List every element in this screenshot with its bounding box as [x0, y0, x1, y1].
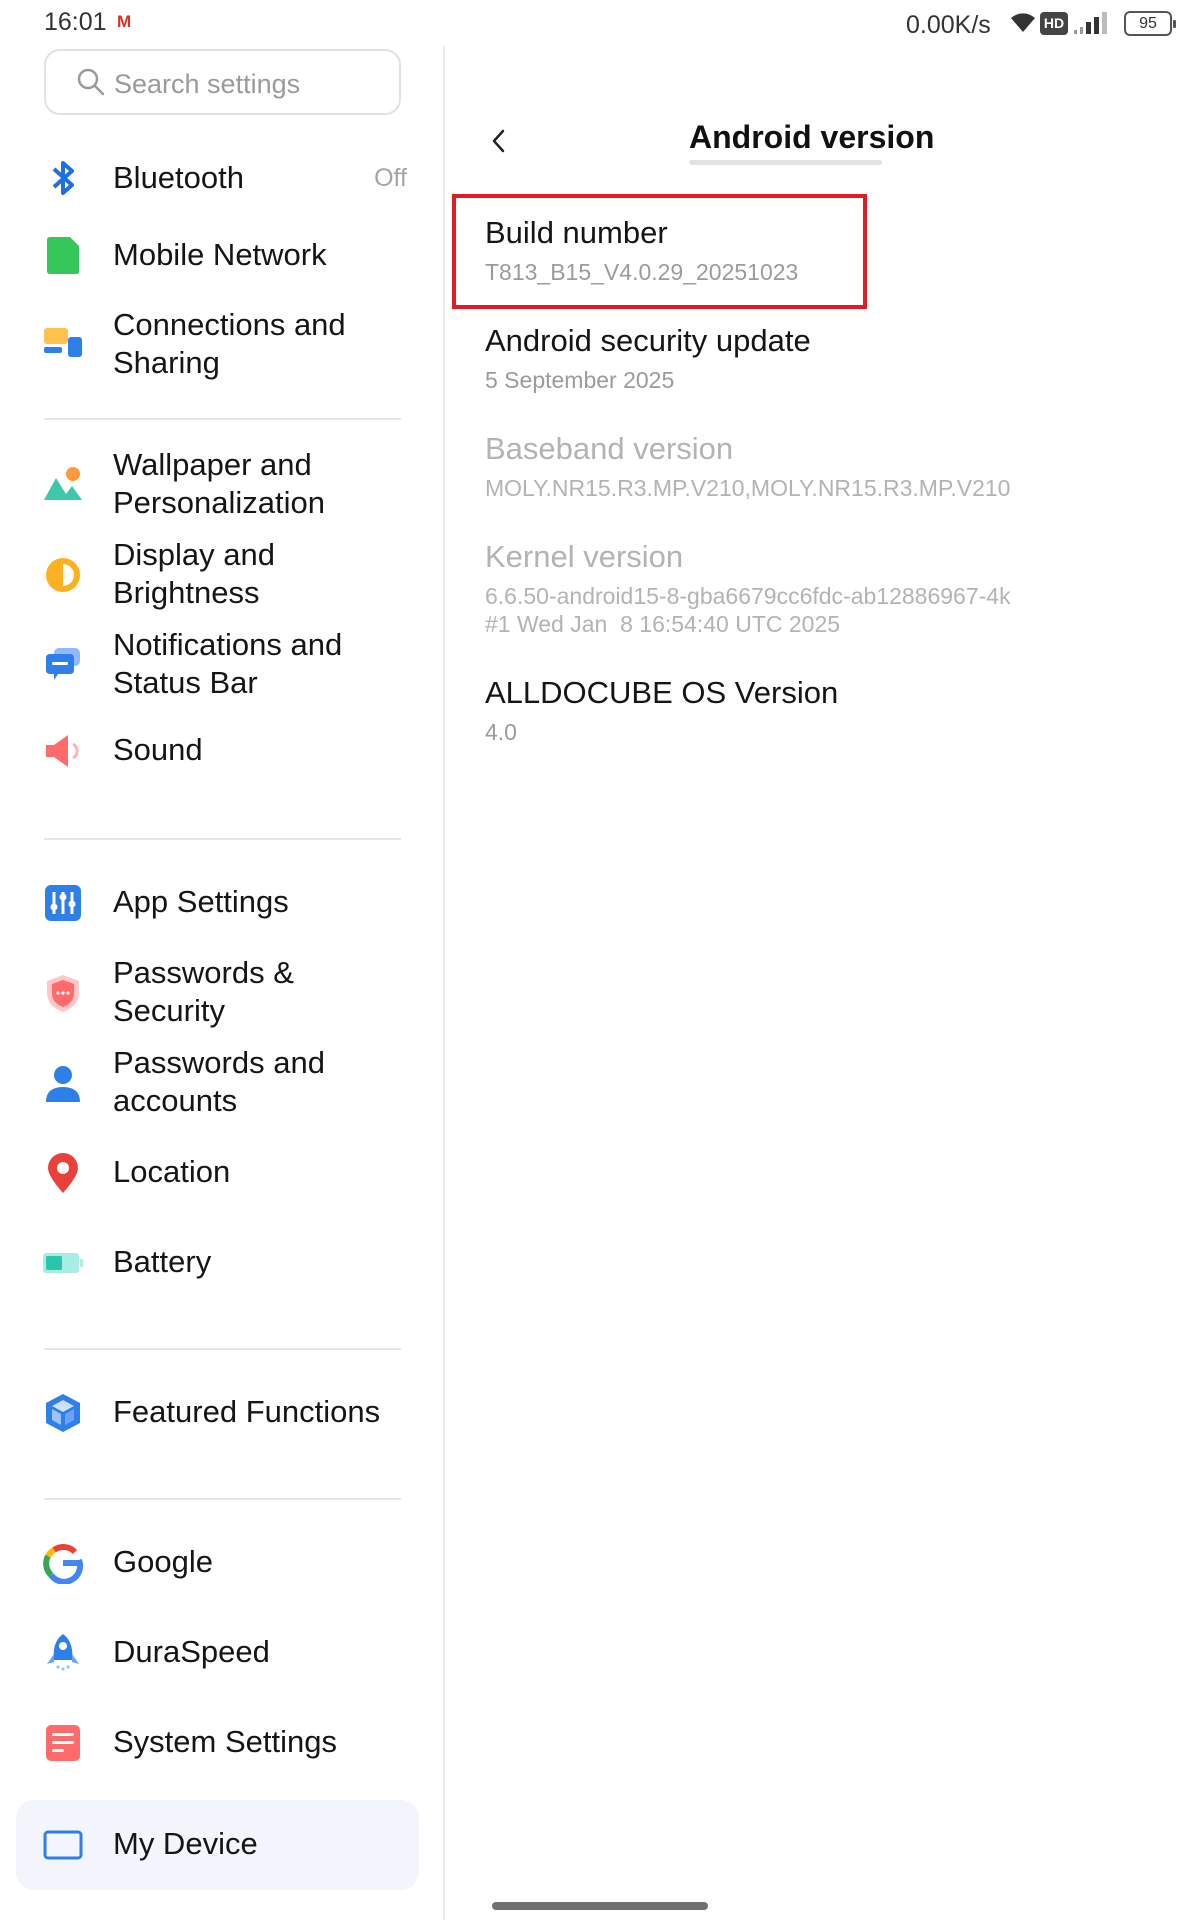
wallpaper-icon	[44, 467, 82, 500]
info-key: Kernel version	[485, 539, 684, 574]
sidebar-item-accounts[interactable]: Passwords and accounts	[16, 1038, 419, 1128]
sidebar-item-mobile-network[interactable]: Mobile Network	[16, 216, 419, 294]
sidebar-item-label: App Settings	[113, 884, 289, 919]
info-row-security-update[interactable]: Android security update 5 September 2025	[485, 322, 811, 394]
search-icon	[77, 68, 105, 96]
sidebar-item-label: Bluetooth	[113, 160, 244, 195]
status-time: 16:01	[44, 8, 107, 36]
sidebar-item-passwords-security[interactable]: Passwords & Security	[16, 948, 419, 1038]
location-pin-icon	[48, 1153, 78, 1193]
detail-pane: Android version Build number T813_B15_V4…	[445, 46, 1200, 1920]
status-bar: 16:01 M 0.00K/s HD 95	[0, 0, 1200, 46]
sidebar-item-label: DuraSpeed	[113, 1634, 270, 1669]
sidebar-item-label: Notifications and Status Bar	[113, 627, 343, 700]
settings-sidebar: Search settings Bluetooth Off Mobile Net…	[0, 46, 443, 1920]
section-divider	[44, 418, 401, 420]
info-row-build-number[interactable]: Build number T813_B15_V4.0.29_20251023	[485, 214, 798, 286]
sidebar-item-label: Display and Brightness	[113, 537, 275, 610]
wifi-icon	[1011, 13, 1035, 32]
page-title: Android version	[689, 119, 935, 155]
info-row-kernel: Kernel version 6.6.50-android15-8-gba667…	[485, 538, 1011, 638]
sidebar-item-label: My Device	[113, 1826, 258, 1861]
info-value-line1: 6.6.50-android15-8-gba6679cc6fdc-ab12886…	[485, 583, 1011, 609]
network-speed: 0.00K/s	[906, 11, 991, 39]
sidebar-item-display[interactable]: Display and Brightness	[16, 530, 419, 620]
connections-icon	[44, 328, 82, 357]
sidebar-item-label: System Settings	[113, 1724, 337, 1759]
hd-badge: HD	[1040, 12, 1068, 35]
sidebar-item-notifications[interactable]: Notifications and Status Bar	[16, 620, 419, 710]
sidebar-item-battery[interactable]: Battery	[16, 1218, 419, 1308]
gmail-notification-icon: M	[117, 12, 132, 31]
sidebar-item-label: Passwords and accounts	[113, 1045, 325, 1118]
rocket-icon	[47, 1634, 79, 1671]
sidebar-item-google[interactable]: Google	[16, 1518, 419, 1608]
info-row-os-version[interactable]: ALLDOCUBE OS Version 4.0	[485, 674, 838, 746]
account-icon	[46, 1066, 80, 1102]
info-key: ALLDOCUBE OS Version	[485, 675, 839, 710]
sidebar-item-label: Sound	[113, 732, 203, 767]
sidebar-item-sound[interactable]: Sound	[16, 710, 419, 790]
signal-icon	[1074, 12, 1107, 34]
bluetooth-icon	[52, 161, 74, 195]
section-divider	[44, 1498, 401, 1500]
sidebar-item-system-settings[interactable]: System Settings	[16, 1698, 419, 1788]
sidebar-item-label: Wallpaper and Personalization	[113, 447, 325, 520]
info-key: Android security update	[485, 323, 811, 358]
info-row-baseband: Baseband version MOLY.NR15.R3.MP.V210,MO…	[485, 430, 1010, 502]
title-underline	[689, 160, 882, 165]
app-settings-icon	[45, 885, 81, 921]
sidebar-item-label: Google	[113, 1544, 213, 1579]
battery-icon	[43, 1253, 83, 1273]
search-input[interactable]: Search settings	[44, 49, 401, 115]
google-icon	[43, 1543, 84, 1584]
sim-card-icon	[47, 237, 79, 274]
info-value: MOLY.NR15.R3.MP.V210,MOLY.NR15.R3.MP.V21…	[485, 475, 1011, 501]
search-placeholder: Search settings	[114, 69, 301, 99]
notification-icon	[46, 648, 80, 680]
sidebar-item-my-device[interactable]: My Device	[16, 1800, 419, 1890]
sidebar-item-label: Passwords & Security	[113, 955, 294, 1028]
sidebar-item-label: Connections and Sharing	[113, 307, 346, 380]
sidebar-item-featured[interactable]: Featured Functions	[16, 1368, 419, 1458]
bluetooth-status: Off	[374, 164, 407, 192]
cube-icon	[46, 1394, 80, 1432]
sidebar-item-label: Location	[113, 1154, 231, 1189]
info-value: T813_B15_V4.0.29_20251023	[485, 259, 799, 285]
sidebar-item-app-settings[interactable]: App Settings	[16, 858, 419, 948]
info-value: 5 September 2025	[485, 367, 675, 393]
back-arrow-icon[interactable]	[485, 126, 515, 156]
speaker-icon	[46, 735, 79, 767]
section-divider	[44, 1348, 401, 1350]
system-settings-icon	[46, 1725, 80, 1761]
sidebar-item-connections[interactable]: Connections and Sharing	[16, 294, 419, 394]
sidebar-item-label: Mobile Network	[113, 237, 327, 272]
brightness-icon	[46, 558, 80, 592]
sidebar-item-label: Featured Functions	[113, 1394, 381, 1429]
sidebar-item-label: Battery	[113, 1244, 212, 1279]
info-key: Build number	[485, 215, 668, 250]
sidebar-item-wallpaper[interactable]: Wallpaper and Personalization	[16, 440, 419, 530]
tablet-icon	[43, 1830, 83, 1860]
sidebar-item-location[interactable]: Location	[16, 1128, 419, 1218]
gesture-nav-bar[interactable]	[492, 1902, 708, 1910]
sidebar-item-duraspeed[interactable]: DuraSpeed	[16, 1608, 419, 1698]
battery-indicator: 95	[1124, 11, 1176, 36]
sidebar-item-bluetooth[interactable]: Bluetooth Off	[16, 140, 419, 216]
section-divider	[44, 838, 401, 840]
info-value-line2: #1 Wed Jan 8 16:54:40 UTC 2025	[485, 611, 841, 637]
shield-icon	[47, 975, 79, 1012]
info-value: 4.0	[485, 719, 517, 745]
info-key: Baseband version	[485, 431, 734, 466]
